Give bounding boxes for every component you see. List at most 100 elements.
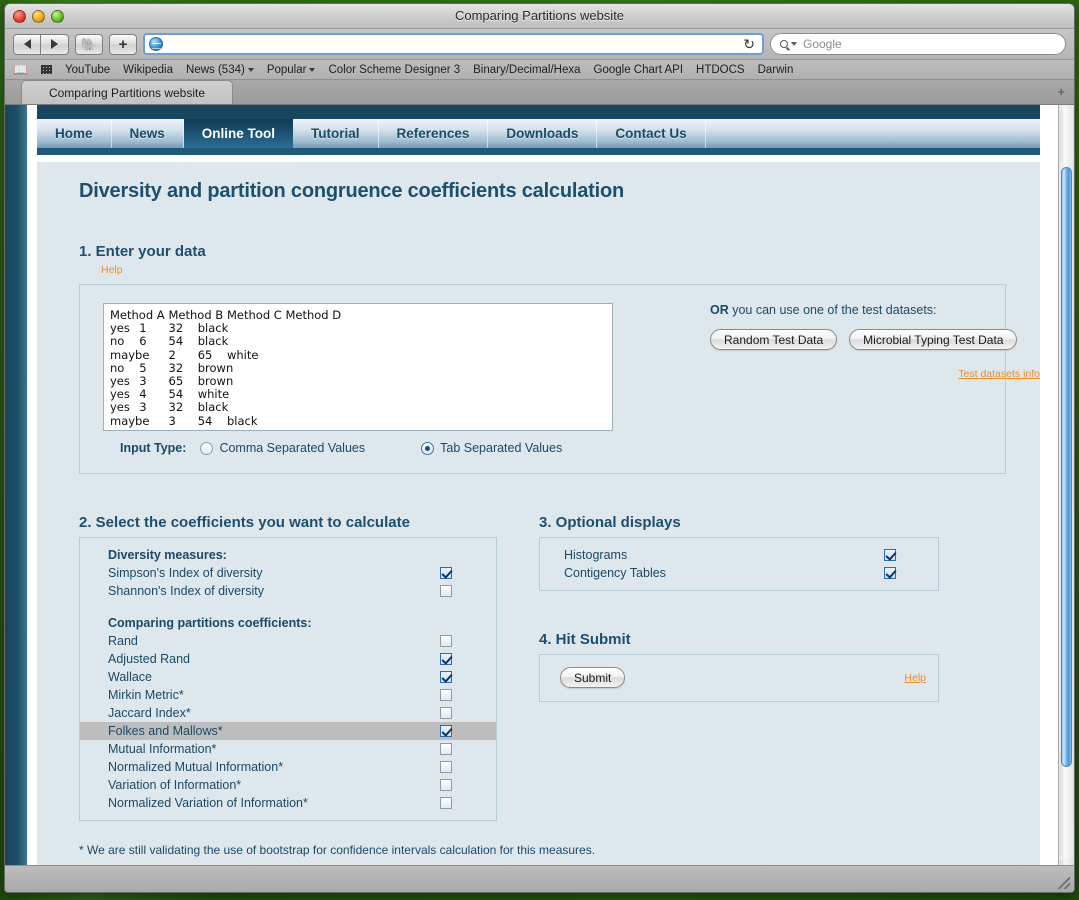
browser-tab-comparing-partitions[interactable]: Comparing Partitions website	[21, 80, 233, 104]
checkbox-row-contigency-tables[interactable]: Contigency Tables	[540, 564, 938, 582]
bookmark-color-scheme-designer[interactable]: Color Scheme Designer 3	[328, 64, 460, 76]
bookmark-youtube[interactable]: YouTube	[65, 64, 110, 76]
new-tab-button[interactable]: +	[109, 34, 137, 55]
nav-item-home[interactable]: Home	[37, 119, 112, 148]
book-icon[interactable]: 📖	[13, 64, 28, 76]
scrollbar-track-top[interactable]	[1060, 107, 1073, 165]
checkbox-icon-checked[interactable]	[884, 567, 896, 579]
random-test-data-button[interactable]: Random Test Data	[710, 329, 837, 350]
comparing-partitions-label: Comparing partitions coefficients:	[80, 614, 496, 632]
scrollbar-thumb[interactable]	[1061, 167, 1072, 767]
page-title: Diversity and partition congruence coeff…	[79, 180, 1006, 203]
checkbox-icon[interactable]	[440, 761, 452, 773]
window-footer	[5, 865, 1074, 892]
grid-icon[interactable]	[41, 65, 52, 74]
or-prefix: OR	[710, 303, 729, 317]
checkbox-icon[interactable]	[440, 779, 452, 791]
step1-help-link[interactable]: Help	[101, 264, 123, 276]
checkbox-row-jaccard-index[interactable]: Jaccard Index*	[80, 704, 496, 722]
nav-item-contact-us[interactable]: Contact Us	[597, 119, 705, 148]
nav-item-references[interactable]: References	[379, 119, 489, 148]
back-arrow-icon	[24, 39, 31, 49]
checkbox-label: Jaccard Index*	[108, 706, 440, 720]
nav-label: Downloads	[506, 126, 578, 141]
reload-icon[interactable]: ↻	[740, 37, 758, 51]
checkbox-row-mutual-information[interactable]: Mutual Information*	[80, 740, 496, 758]
bookmark-binary-decimal-hexa[interactable]: Binary/Decimal/Hexa	[473, 64, 580, 76]
checkbox-icon[interactable]	[440, 707, 452, 719]
checkbox-icon[interactable]	[440, 689, 452, 701]
bookmark-google-chart-api[interactable]: Google Chart API	[594, 64, 684, 76]
chevron-down-icon	[248, 68, 254, 72]
checkbox-row-variation-of-information[interactable]: Variation of Information*	[80, 776, 496, 794]
nav-label: Contact Us	[615, 126, 686, 141]
bookmark-label: HTDOCS	[696, 64, 745, 76]
search-bar[interactable]: Google	[770, 33, 1066, 55]
checkbox-icon[interactable]	[440, 635, 452, 647]
radio-icon	[200, 442, 213, 455]
checkbox-label: Rand	[108, 634, 440, 648]
checkbox-label: Adjusted Rand	[108, 652, 440, 666]
checkbox-row-normalized-variation-of-information[interactable]: Normalized Variation of Information*	[80, 794, 496, 812]
window-resize-grip-icon[interactable]	[1058, 877, 1070, 889]
bookmark-label: YouTube	[65, 64, 110, 76]
test-dataset-buttons: Random Test Data Microbial Typing Test D…	[710, 329, 1040, 350]
checkbox-row-adjusted-rand[interactable]: Adjusted Rand	[80, 650, 496, 668]
page-scrollbar-vertical[interactable]	[1058, 105, 1074, 887]
checkbox-label: Folkes and Mallows*	[108, 724, 440, 738]
nav-item-news[interactable]: News	[112, 119, 184, 148]
bookmark-popular[interactable]: Popular	[267, 64, 316, 76]
checkbox-row-rand[interactable]: Rand	[80, 632, 496, 650]
checkbox-row-simpsons-index[interactable]: Simpson's Index of diversity	[80, 564, 496, 582]
site-left-edge	[5, 105, 27, 887]
submit-button[interactable]: Submit	[560, 667, 625, 688]
checkbox-row-folkes-and-mallows[interactable]: Folkes and Mallows*	[80, 722, 496, 740]
checkbox-icon[interactable]	[440, 585, 452, 597]
new-tab-plus-icon[interactable]: +	[1057, 85, 1065, 98]
bookmark-news[interactable]: News (534)	[186, 64, 254, 76]
nav-item-tutorial[interactable]: Tutorial	[293, 119, 379, 148]
checkbox-icon-checked[interactable]	[440, 671, 452, 683]
page-canvas: Home News Online Tool Tutorial Reference…	[5, 105, 1058, 887]
checkbox-row-histograms[interactable]: Histograms	[540, 546, 938, 564]
data-input-textarea[interactable]	[103, 303, 613, 431]
step4-help-link[interactable]: Help	[904, 672, 926, 684]
footnote-text: * We are still validating the use of boo…	[79, 843, 1006, 857]
checkbox-label: Histograms	[564, 548, 884, 562]
checkbox-label: Mirkin Metric*	[108, 688, 440, 702]
step3-heading: 3. Optional displays	[539, 514, 939, 531]
checkbox-row-shannons-index[interactable]: Shannon's Index of diversity	[80, 582, 496, 600]
radio-comma-separated[interactable]: Comma Separated Values	[200, 441, 365, 455]
checkbox-icon[interactable]	[440, 743, 452, 755]
checkbox-icon-checked[interactable]	[884, 549, 896, 561]
checkbox-icon-checked[interactable]	[440, 653, 452, 665]
nav-item-downloads[interactable]: Downloads	[488, 119, 597, 148]
checkbox-icon-checked[interactable]	[440, 725, 452, 737]
optional-displays-panel: Histograms Contigency Tables	[539, 537, 939, 591]
checkbox-row-normalized-mutual-information[interactable]: Normalized Mutual Information*	[80, 758, 496, 776]
page-viewport: Home News Online Tool Tutorial Reference…	[5, 105, 1074, 887]
checkbox-icon-checked[interactable]	[440, 567, 452, 579]
test-datasets-info-link[interactable]: Test datasets info	[958, 368, 1040, 380]
bookmark-darwin[interactable]: Darwin	[758, 64, 794, 76]
bookmark-wikipedia[interactable]: Wikipedia	[123, 64, 173, 76]
back-button[interactable]	[13, 34, 41, 55]
microbial-typing-test-data-button[interactable]: Microbial Typing Test Data	[849, 329, 1017, 350]
step2-column: 2. Select the coefficients you want to c…	[79, 474, 497, 821]
checkbox-row-wallace[interactable]: Wallace	[80, 668, 496, 686]
address-bar[interactable]: ↻	[143, 33, 764, 55]
evernote-clipper-button[interactable]: 🐘	[75, 34, 103, 55]
forward-button[interactable]	[41, 34, 69, 55]
test-datasets-info-row: Test datasets info	[710, 364, 1040, 382]
browser-tab-label: Comparing Partitions website	[49, 86, 205, 100]
radio-tab-separated[interactable]: Tab Separated Values	[421, 441, 562, 455]
bookmark-htdocs[interactable]: HTDOCS	[696, 64, 745, 76]
site-navigation: Home News Online Tool Tutorial Reference…	[37, 119, 1040, 155]
window-titlebar: Comparing Partitions website	[5, 4, 1074, 29]
chevron-down-icon[interactable]	[791, 42, 797, 46]
checkbox-icon[interactable]	[440, 797, 452, 809]
nav-item-online-tool[interactable]: Online Tool	[184, 119, 293, 148]
bookmark-label: Google Chart API	[594, 64, 684, 76]
step2-heading: 2. Select the coefficients you want to c…	[79, 514, 497, 531]
checkbox-row-mirkin-metric[interactable]: Mirkin Metric*	[80, 686, 496, 704]
